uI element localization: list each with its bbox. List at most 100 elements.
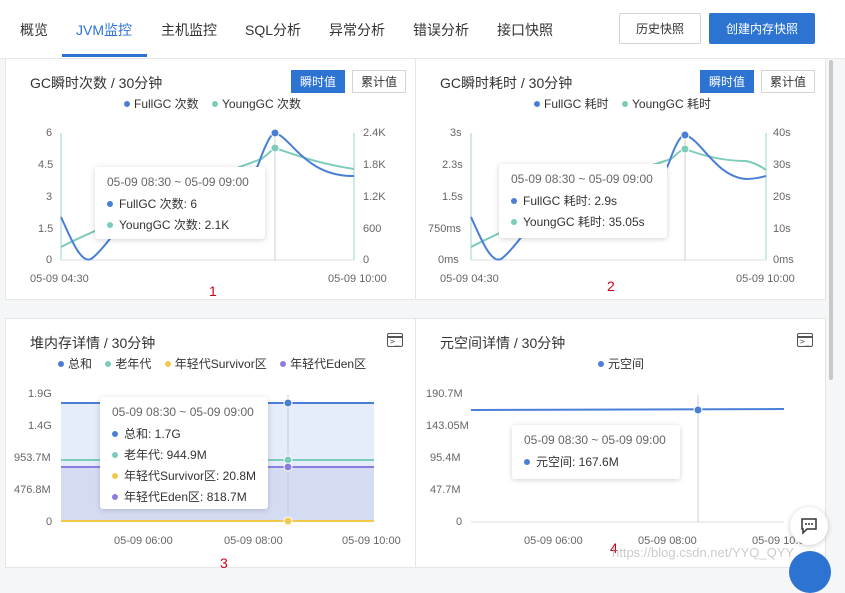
x-tick: 05-09 06:00 xyxy=(524,535,583,547)
y-left-tick: 0 xyxy=(46,254,53,266)
tooltip-time: 05-09 08:30 ~ 05-09 09:00 xyxy=(107,175,249,189)
y-right-tick: 2.4K xyxy=(363,127,386,139)
tab-error-analysis[interactable]: 错误分析 xyxy=(413,20,469,40)
y-tick: 1.4G xyxy=(28,420,52,432)
survivor-point[interactable] xyxy=(283,516,293,526)
y-tick: 47.7M xyxy=(430,484,461,496)
gc-count-panel: GC瞬时次数 / 30分钟 瞬时值 累计值 FullGC 次数 YoungGC … xyxy=(5,58,416,300)
x-tick: 05-09 10:00 xyxy=(328,273,387,285)
x-tick: 05-09 10:00 xyxy=(342,535,401,547)
top-nav-bar: 概览 JVM监控 主机监控 SQL分析 异常分析 错误分析 接口快照 历史快照 … xyxy=(0,0,845,59)
fullgc-point[interactable] xyxy=(680,130,690,140)
x-tick: 05-09 04:30 xyxy=(440,273,499,285)
y-tick: 95.4M xyxy=(430,452,461,464)
tooltip-value: 老年代: 944.9M xyxy=(124,448,207,462)
chart-tooltip: 05-09 08:30 ~ 05-09 09:00 FullGC 耗时: 2.9… xyxy=(499,164,667,238)
create-memory-snapshot-button[interactable]: 创建内存快照 xyxy=(709,13,815,44)
tooltip-value: 年轻代Survivor区: 20.8M xyxy=(124,469,257,483)
tooltip-time: 05-09 08:30 ~ 05-09 09:00 xyxy=(524,433,666,447)
tooltip-time: 05-09 08:30 ~ 05-09 09:00 xyxy=(511,172,653,186)
metaspace-point[interactable] xyxy=(693,405,703,415)
chart-tooltip: 05-09 08:30 ~ 05-09 09:00 总和: 1.7G 老年代: … xyxy=(100,397,268,509)
fullgc-point[interactable] xyxy=(270,128,280,138)
tooltip-row: YoungGC 耗时: 35.05s xyxy=(511,213,655,230)
tooltip-row: 总和: 1.7G xyxy=(112,425,256,442)
tooltip-row: 元空间: 167.6M xyxy=(524,453,668,470)
y-right-tick: 1.8K xyxy=(363,159,386,171)
y-tick: 476.8M xyxy=(14,484,51,496)
x-tick: 05-09 04:30 xyxy=(30,273,89,285)
y-tick: 1.9G xyxy=(28,388,52,400)
tooltip-dot xyxy=(511,218,517,225)
scrollbar[interactable] xyxy=(829,60,833,380)
tooltip-value: FullGC 耗时: 2.9s xyxy=(523,194,618,208)
panel-number: 3 xyxy=(220,555,228,571)
y-left-tick: 6 xyxy=(46,127,53,139)
heap-memory-panel: 堆内存详情 / 30分钟 >_ 总和 老年代 年轻代Survivor区 年轻代E… xyxy=(5,318,416,571)
x-tick: 05-09 06:00 xyxy=(114,535,173,547)
y-left-tick: 750ms xyxy=(428,223,462,235)
y-right-tick: 30s xyxy=(773,159,791,171)
total-point[interactable] xyxy=(283,398,293,408)
tooltip-time: 05-09 08:30 ~ 05-09 09:00 xyxy=(112,405,254,419)
y-tick: 143.05M xyxy=(426,420,469,432)
tooltip-row: 年轻代Eden区: 818.7M xyxy=(112,488,256,505)
tooltip-dot xyxy=(524,458,530,465)
tooltip-row: 老年代: 944.9M xyxy=(112,446,256,463)
tooltip-row: FullGC 耗时: 2.9s xyxy=(511,192,655,209)
tooltip-value: YoungGC 耗时: 35.05s xyxy=(523,215,645,229)
tooltip-row: YoungGC 次数: 2.1K xyxy=(107,216,253,233)
younggc-point[interactable] xyxy=(270,143,280,153)
y-right-tick: 0 xyxy=(363,254,370,266)
y-tick: 0 xyxy=(456,516,463,528)
panel-number: 1 xyxy=(209,283,217,299)
tooltip-dot xyxy=(112,451,118,458)
younggc-point[interactable] xyxy=(680,144,690,154)
tooltip-dot xyxy=(112,493,118,500)
y-right-tick: 20s xyxy=(773,191,791,203)
active-tab-indicator xyxy=(62,54,147,57)
panel-number: 2 xyxy=(607,278,615,294)
tab-jvm-monitor[interactable]: JVM监控 xyxy=(76,20,132,40)
tooltip-dot xyxy=(112,430,118,437)
x-tick: 05-09 08:00 xyxy=(224,535,283,547)
y-tick: 190.7M xyxy=(426,388,463,400)
x-tick: 05-09 10:00 xyxy=(736,273,795,285)
chat-icon xyxy=(801,518,817,535)
y-left-tick: 3s xyxy=(450,127,462,139)
tooltip-dot xyxy=(107,200,113,207)
y-left-tick: 1.5 xyxy=(38,223,54,235)
y-left-tick: 4.5 xyxy=(38,159,54,171)
chat-button[interactable] xyxy=(790,507,828,545)
eden-point[interactable] xyxy=(283,462,293,472)
tooltip-dot xyxy=(107,221,113,228)
y-right-tick: 10s xyxy=(773,223,791,235)
tab-host-monitor[interactable]: 主机监控 xyxy=(161,20,217,40)
tooltip-value: 元空间: 167.6M xyxy=(536,455,619,469)
y-right-tick: 1.2K xyxy=(363,191,386,203)
y-right-tick: 0ms xyxy=(773,254,794,266)
y-right-tick: 600 xyxy=(363,223,382,235)
tooltip-dot xyxy=(511,197,517,204)
tooltip-value: 年轻代Eden区: 818.7M xyxy=(124,490,247,504)
y-tick: 953.7M xyxy=(14,452,51,464)
watermark: https://blog.csdn.net/YYQ_QYY xyxy=(612,545,795,560)
tab-overview[interactable]: 概览 xyxy=(20,20,48,40)
chart-tooltip: 05-09 08:30 ~ 05-09 09:00 元空间: 167.6M xyxy=(512,425,680,479)
tab-sql-analysis[interactable]: SQL分析 xyxy=(245,20,301,40)
tooltip-row: FullGC 次数: 6 xyxy=(107,195,253,212)
metaspace-series-line xyxy=(470,408,785,411)
history-snapshot-button[interactable]: 历史快照 xyxy=(619,13,701,44)
tooltip-row: 年轻代Survivor区: 20.8M xyxy=(112,467,256,484)
y-left-tick: 0ms xyxy=(438,254,459,266)
tooltip-value: YoungGC 次数: 2.1K xyxy=(119,218,230,232)
tooltip-value: 总和: 1.7G xyxy=(124,427,181,441)
metaspace-panel: 元空间详情 / 30分钟 >_ 元空间 190.7M 143.05M 95.4M… xyxy=(415,318,826,568)
tab-exception-analysis[interactable]: 异常分析 xyxy=(329,20,385,40)
tooltip-value: FullGC 次数: 6 xyxy=(119,197,198,211)
floating-action-button[interactable] xyxy=(789,551,831,593)
gc-time-panel: GC瞬时耗时 / 30分钟 瞬时值 累计值 FullGC 耗时 YoungGC … xyxy=(415,58,826,300)
tab-interface-snapshot[interactable]: 接口快照 xyxy=(497,20,553,40)
y-tick: 0 xyxy=(46,516,53,528)
tooltip-dot xyxy=(112,472,118,479)
